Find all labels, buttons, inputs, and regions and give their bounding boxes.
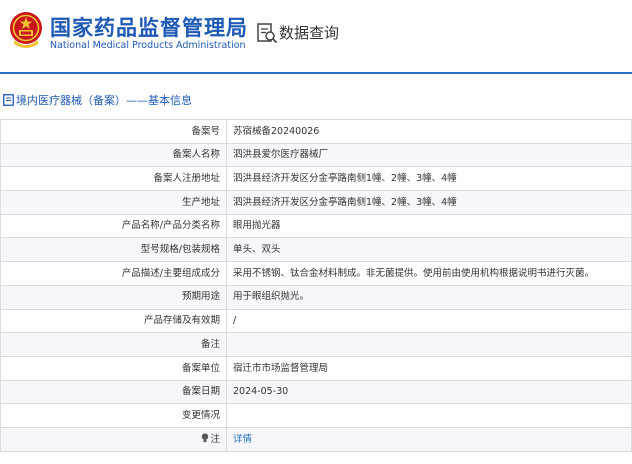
row-value: 苏宿械备20240026: [226, 119, 632, 144]
note-label-cell: 注: [0, 426, 227, 452]
row-value: 宿迁市市场监督管理局: [226, 355, 632, 381]
table-row: 生产地址 泗洪县经济开发区分金亭路南侧1幢、2幢、3幢、4幢: [0, 190, 632, 215]
row-value: 2024-05-30: [226, 379, 632, 405]
site-title-en: National Medical Products Administration: [50, 40, 246, 51]
row-value: [226, 332, 632, 357]
row-value: [226, 403, 632, 428]
table-row: 备案号 苏宿械备20240026: [0, 119, 632, 144]
table-row: 变更情况: [0, 403, 632, 428]
row-value: /: [226, 308, 632, 334]
row-label: 备案单位: [0, 355, 227, 381]
document-search-icon: [257, 23, 278, 44]
row-label: 产品描述/主要组成成分: [0, 261, 227, 286]
details-link[interactable]: 详情: [233, 434, 252, 445]
lightbulb-icon: [202, 433, 209, 443]
table-row: 备案单位 宿迁市市场监督管理局: [0, 355, 632, 381]
table-row: 型号规格/包装规格 单头、双头: [0, 237, 632, 263]
row-value: 采用不锈钢、钛合金材料制成。非无菌提供。使用前由使用机构根据说明书进行灭菌。: [226, 261, 632, 286]
row-value: 泗洪县爱尔医疗器械厂: [226, 142, 632, 168]
row-label: 备案人名称: [0, 142, 227, 168]
row-value: 泗洪县经济开发区分金亭路南侧1幢、2幢、3幢、4幢: [226, 166, 632, 192]
table-row: 预期用途 用于眼组织抛光。: [0, 284, 632, 310]
row-label: 变更情况: [0, 403, 227, 428]
header-divider: [0, 72, 632, 74]
row-label: 备案日期: [0, 379, 227, 405]
row-label: 型号规格/包装规格: [0, 237, 227, 263]
table-row: 备案人注册地址 泗洪县经济开发区分金亭路南侧1幢、2幢、3幢、4幢: [0, 166, 632, 192]
row-label: 备案号: [0, 119, 227, 144]
row-label: 生产地址: [0, 190, 227, 215]
table-row: 产品名称/产品分类名称 眼用抛光器: [0, 213, 632, 239]
section-heading: 境内医疗器械（备案）——基本信息: [0, 92, 192, 110]
note-label: 注: [210, 434, 220, 446]
row-label: 产品存储及有效期: [0, 308, 227, 334]
document-icon: [3, 94, 14, 106]
site-header: 国家药品监督管理局 National Medical Products Admi…: [0, 0, 632, 72]
national-emblem-icon: [10, 12, 42, 48]
table-row: 备案日期 2024-05-30: [0, 379, 632, 405]
site-title-cn: 国家药品监督管理局: [50, 16, 248, 40]
row-label: 备注: [0, 332, 227, 357]
table-row: 产品描述/主要组成成分 采用不锈钢、钛合金材料制成。非无菌提供。使用前由使用机构…: [0, 261, 632, 286]
row-label: 产品名称/产品分类名称: [0, 213, 227, 239]
table-row: 备注: [0, 332, 632, 357]
row-value: 用于眼组织抛光。: [226, 284, 632, 310]
record-info-table: 备案号 苏宿械备20240026 备案人名称 泗洪县爱尔医疗器械厂 备案人注册地…: [0, 119, 632, 452]
row-value: 泗洪县经济开发区分金亭路南侧1幢、2幢、3幢、4幢: [226, 190, 632, 215]
section-title-text: 境内医疗器械（备案）——基本信息: [16, 94, 192, 107]
table-row: 产品存储及有效期 /: [0, 308, 632, 334]
row-label: 预期用途: [0, 284, 227, 310]
table-row: 备案人名称 泗洪县爱尔医疗器械厂: [0, 142, 632, 168]
page-title: 数据查询: [279, 24, 340, 42]
note-value-cell: 详情: [226, 426, 632, 452]
row-value: 单头、双头: [226, 237, 632, 263]
row-label: 备案人注册地址: [0, 166, 227, 192]
row-value: 眼用抛光器: [226, 213, 632, 239]
note-row: 注 详情: [0, 426, 632, 452]
